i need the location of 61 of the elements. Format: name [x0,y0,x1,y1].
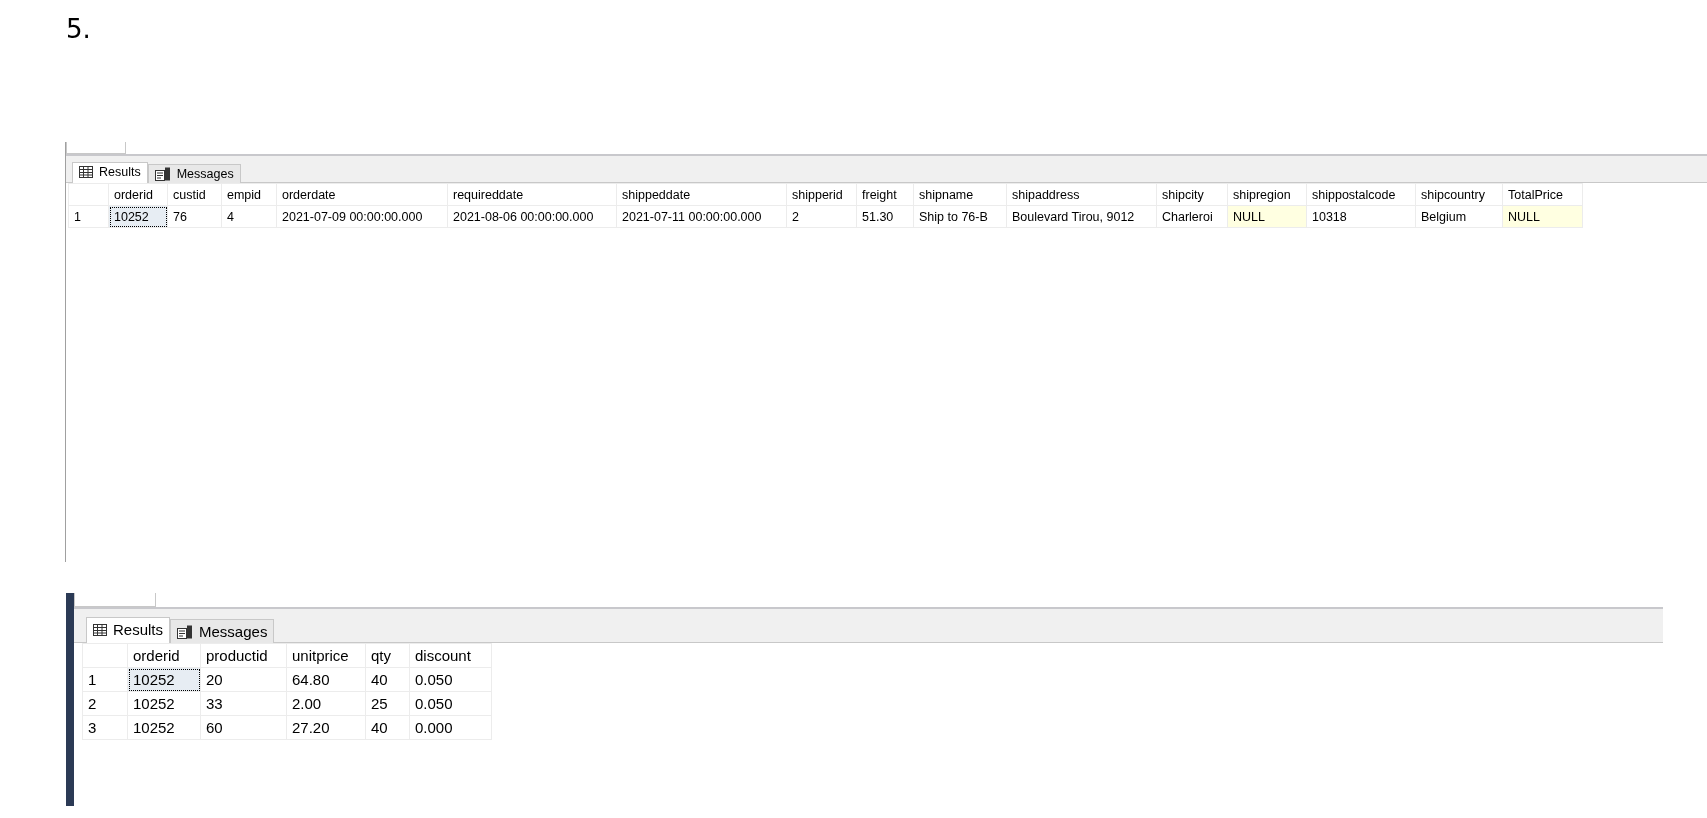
table-cell[interactable]: 25 [365,691,410,716]
grid-icon [79,166,93,178]
table-cell[interactable]: Belgium [1415,205,1503,228]
column-header[interactable]: TotalPrice [1502,183,1583,206]
zoom-dropdown[interactable] [66,142,126,154]
row-number: 1 [68,205,109,228]
table-cell[interactable]: 10318 [1306,205,1416,228]
table-cell[interactable]: 0.000 [409,715,492,740]
column-header[interactable]: shipregion [1227,183,1307,206]
column-header[interactable]: custid [167,183,222,206]
step-number: 5. [66,14,92,46]
column-header[interactable]: shipperid [786,183,857,206]
table-cell[interactable]: 2.00 [286,691,366,716]
column-header[interactable]: orderdate [276,183,448,206]
table-cell[interactable]: 2021-07-09 00:00:00.000 [276,205,448,228]
table-cell[interactable]: 0.050 [409,667,492,692]
table-cell[interactable]: 2021-07-11 00:00:00.000 [616,205,787,228]
table-cell[interactable]: 33 [200,691,287,716]
row-number: 3 [82,715,128,740]
table-cell[interactable]: 2 [786,205,857,228]
column-header[interactable]: shippeddate [616,183,787,206]
table-cell[interactable]: 2021-08-06 00:00:00.000 [447,205,617,228]
column-header[interactable]: requireddate [447,183,617,206]
column-header[interactable]: productid [200,643,287,668]
table-cell[interactable]: 20 [200,667,287,692]
table-cell[interactable]: 64.80 [286,667,366,692]
zoom-dropdown[interactable] [74,593,156,607]
table-cell[interactable]: 40 [365,715,410,740]
table-cell[interactable]: 40 [365,667,410,692]
table-cell[interactable]: Charleroi [1156,205,1228,228]
column-header[interactable]: discount [409,643,492,668]
table-cell[interactable]: 0.050 [409,691,492,716]
document-icon [154,167,171,181]
messages-tab[interactable]: Messages [147,164,241,183]
results-tab[interactable]: Results [86,617,171,643]
grid-icon [93,623,107,636]
column-header[interactable]: unitprice [286,643,366,668]
table-cell[interactable]: 10252 [127,715,201,740]
table-cell[interactable]: 27.20 [286,715,366,740]
table-cell[interactable]: 51.30 [856,205,914,228]
row-number: 2 [82,691,128,716]
column-header[interactable]: shipaddress [1006,183,1157,206]
column-header[interactable]: shipcity [1156,183,1228,206]
column-header[interactable]: shippostalcode [1306,183,1416,206]
column-header[interactable]: freight [856,183,914,206]
column-header[interactable]: shipname [913,183,1007,206]
table-cell[interactable]: 10252 [127,691,201,716]
row-number: 1 [82,667,128,692]
table-cell[interactable]: 60 [200,715,287,740]
table-cell[interactable]: Ship to 76-B [913,205,1007,228]
column-header[interactable]: empid [221,183,277,206]
results-tab[interactable]: Results [72,162,148,183]
messages-tab[interactable]: Messages [170,619,275,643]
column-header[interactable]: orderid [127,643,201,668]
column-header[interactable]: shipcountry [1415,183,1503,206]
table-cell[interactable]: Boulevard Tirou, 9012 [1006,205,1157,228]
table-cell[interactable]: 4 [221,205,277,228]
column-header[interactable]: qty [365,643,410,668]
column-header[interactable]: orderid [108,183,168,206]
document-icon [177,624,194,639]
table-cell[interactable]: 76 [167,205,222,228]
